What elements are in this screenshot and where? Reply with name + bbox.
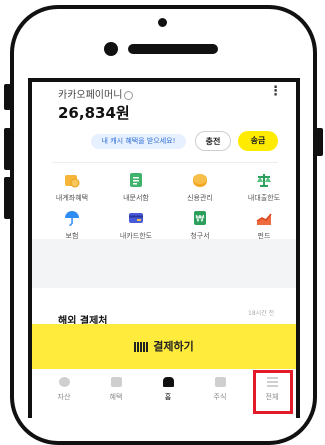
phone-power-button xyxy=(316,128,323,156)
service-fund[interactable]: 펀드 xyxy=(234,210,294,241)
scale-icon xyxy=(256,172,272,188)
highlight-box xyxy=(253,370,293,414)
service-account-benefit[interactable]: 내계좌혜택 xyxy=(42,172,102,203)
coin-icon xyxy=(64,172,80,188)
service-label: 보험 xyxy=(65,232,79,240)
umbrella-icon xyxy=(64,210,80,226)
front-camera xyxy=(158,18,167,27)
overseas-time: 18시간 전 xyxy=(248,310,275,317)
charge-button[interactable]: 충전 xyxy=(195,131,231,151)
divider xyxy=(52,162,278,163)
document-icon xyxy=(128,172,144,188)
wallet-balance: 26,834원 xyxy=(58,104,130,122)
bill-icon: ₩ xyxy=(192,210,208,226)
chart-up-icon xyxy=(256,210,272,226)
service-label: 내계좌혜택 xyxy=(55,194,89,202)
app-screen: 카카오페이머니 ⋮ 26,834원 내 캐시 혜택을 받으세요! 충전 송금 내… xyxy=(28,78,300,418)
service-label: 펀드 xyxy=(257,232,271,240)
bottom-tab-bar: 자산 혜택 홈 주식 전체 xyxy=(32,369,296,418)
service-card-limit[interactable]: 내카드한도 xyxy=(106,210,166,241)
wallet-title-text: 카카오페이머니 xyxy=(58,90,123,101)
service-label: 청구서 xyxy=(190,232,210,240)
svg-text:₩: ₩ xyxy=(196,215,205,225)
service-loan-limit[interactable]: 내대출한도 xyxy=(234,172,294,203)
tab-label: 홈 xyxy=(164,393,172,401)
service-credit[interactable]: 신용관리 xyxy=(170,172,230,203)
pay-button[interactable]: 결제하기 xyxy=(32,324,296,369)
barcode-icon xyxy=(134,342,149,352)
pay-button-label: 결제하기 xyxy=(153,340,194,353)
tab-assets[interactable]: 자산 xyxy=(38,369,90,418)
camera-lens xyxy=(104,42,118,56)
service-label: 내카드한도 xyxy=(119,232,153,240)
earpiece-speaker xyxy=(128,44,218,54)
stock-chart-icon xyxy=(214,377,226,387)
home-icon xyxy=(162,377,174,387)
gift-icon xyxy=(110,377,122,387)
wallet-card: 카카오페이머니 ⋮ 26,834원 내 캐시 혜택을 받으세요! 충전 송금 내… xyxy=(32,82,296,241)
tab-benefits[interactable]: 혜택 xyxy=(90,369,142,418)
promo-pill[interactable]: 내 캐시 혜택을 받으세요! xyxy=(91,134,186,149)
service-bills[interactable]: ₩ 청구서 xyxy=(170,210,230,241)
send-button[interactable]: 송금 xyxy=(238,131,278,151)
tab-home[interactable]: 홈 xyxy=(142,369,194,418)
tab-label: 주식 xyxy=(213,393,227,401)
wallet-title: 카카오페이머니 xyxy=(58,86,134,101)
service-insurance[interactable]: 보험 xyxy=(42,210,102,241)
more-menu-icon[interactable]: ⋮ xyxy=(269,84,282,99)
service-label: 신용관리 xyxy=(187,194,213,202)
service-label: 내대출한도 xyxy=(247,194,281,202)
tab-label: 자산 xyxy=(57,393,71,401)
card-icon xyxy=(128,210,144,226)
info-icon[interactable] xyxy=(124,90,134,100)
pay-button-content: 결제하기 xyxy=(32,324,296,369)
credit-icon xyxy=(192,172,208,188)
service-label: 내문서함 xyxy=(123,194,149,202)
tab-label: 혜택 xyxy=(109,393,123,401)
tab-stocks[interactable]: 주식 xyxy=(194,369,246,418)
service-documents[interactable]: 내문서함 xyxy=(106,172,166,203)
wallet-icon xyxy=(58,377,70,387)
